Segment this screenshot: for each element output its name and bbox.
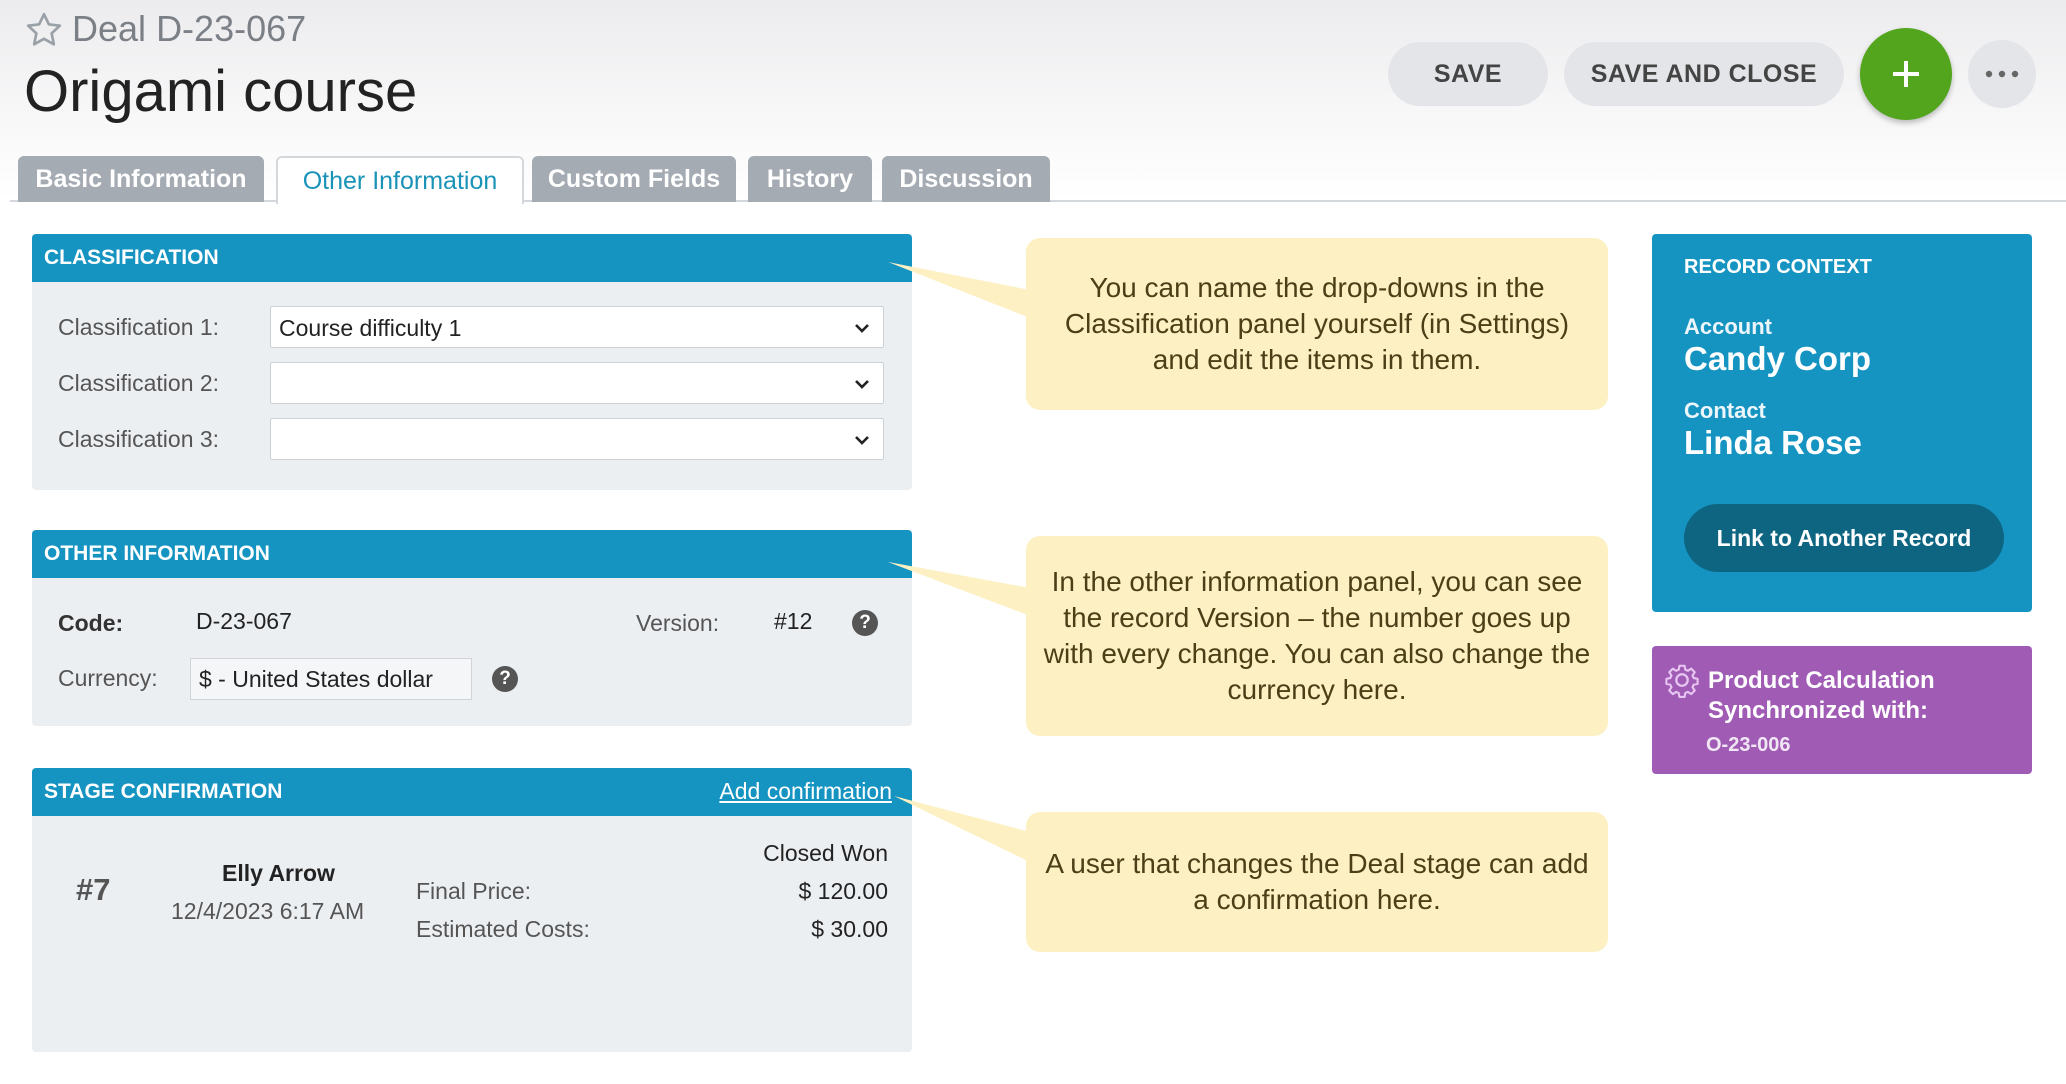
gear-icon [1665, 664, 1699, 698]
currency-label: Currency: [58, 665, 158, 691]
version-label: Version: [636, 610, 720, 636]
add-button[interactable] [1860, 28, 1952, 120]
stage-confirmation-heading: STAGE CONFIRMATION Add confirmation [32, 768, 912, 816]
contact-label: Contact [1684, 398, 1766, 423]
classification-3-label: Classification 3: [58, 426, 220, 452]
sync-code[interactable]: O-23-006 [1706, 734, 1791, 757]
contact-value[interactable]: Linda Rose [1684, 424, 1862, 462]
confirmation-user: Elly Arrow [222, 860, 335, 886]
classification-2-select[interactable] [270, 362, 884, 404]
code-value: D-23-067 [196, 608, 292, 634]
version-help-icon[interactable]: ? [852, 610, 878, 636]
tab-other-information[interactable]: Other Information [276, 156, 524, 204]
version-value: #12 [774, 608, 813, 634]
other-information-heading-text: OTHER INFORMATION [44, 542, 270, 565]
classification-2-label: Classification 2: [58, 370, 220, 396]
chevron-down-icon [855, 380, 869, 389]
more-dots-icon [1985, 70, 2019, 78]
estimated-costs-value: $ 30.00 [811, 916, 888, 942]
more-actions-button[interactable] [1968, 40, 2036, 108]
currency-help-icon[interactable]: ? [492, 666, 518, 692]
account-value[interactable]: Candy Corp [1684, 340, 1871, 378]
sync-title: Product Calculation Synchronized with: [1708, 667, 1935, 724]
link-to-another-record-button[interactable]: Link to Another Record [1684, 504, 2004, 572]
record-context-heading: RECORD CONTEXT [1684, 256, 1872, 278]
tab-custom-fields[interactable]: Custom Fields [532, 156, 736, 202]
final-price-value: $ 120.00 [798, 878, 888, 904]
classification-1-select[interactable]: Course difficulty 1 [270, 306, 884, 348]
callout-other-information: In the other information panel, you can … [1026, 536, 1608, 736]
currency-field[interactable]: $ - United States dollar [190, 658, 472, 700]
tab-discussion[interactable]: Discussion [882, 156, 1050, 202]
classification-heading: CLASSIFICATION [32, 234, 912, 282]
other-information-heading: OTHER INFORMATION [32, 530, 912, 578]
tab-history[interactable]: History [748, 156, 872, 202]
chevron-down-icon [855, 436, 869, 445]
confirmation-number: #7 [76, 872, 111, 907]
deal-code: D-23-067 [156, 8, 307, 49]
callout-classification: You can name the drop-downs in the Class… [1026, 238, 1608, 410]
save-and-close-button[interactable]: SAVE AND CLOSE [1564, 42, 1844, 106]
callout-3-pointer [894, 796, 1030, 862]
record-type-label: Deal D-23-067 [72, 8, 306, 50]
chevron-down-icon [855, 324, 869, 333]
account-label: Account [1684, 314, 1772, 339]
classification-heading-text: CLASSIFICATION [44, 246, 219, 269]
classification-1-value: Course difficulty 1 [279, 315, 462, 341]
confirmation-stage: Closed Won [763, 840, 888, 866]
currency-value: $ - United States dollar [199, 666, 433, 692]
stage-confirmation-heading-text: STAGE CONFIRMATION [44, 780, 283, 803]
save-button[interactable]: SAVE [1388, 42, 1548, 106]
estimated-costs-label: Estimated Costs: [416, 916, 590, 942]
classification-panel: CLASSIFICATION Classification 1: Course … [32, 234, 912, 490]
product-calculation-sync-box[interactable]: Product Calculation Synchronized with: O… [1652, 646, 2032, 774]
confirmation-datetime: 12/4/2023 6:17 AM [171, 898, 365, 924]
stage-confirmation-panel: STAGE CONFIRMATION Add confirmation #7 E… [32, 768, 912, 1052]
code-label: Code: [58, 610, 124, 636]
classification-1-label: Classification 1: [58, 314, 220, 340]
favorite-star-icon[interactable] [24, 10, 64, 50]
other-information-panel: OTHER INFORMATION Code: D-23-067 Version… [32, 530, 912, 726]
final-price-label: Final Price: [416, 878, 532, 904]
page-title: Origami course [24, 59, 418, 124]
record-context-panel: RECORD CONTEXT Account Candy Corp Contac… [1652, 234, 2032, 612]
callout-stage-confirmation: A user that changes the Deal stage can a… [1026, 812, 1608, 952]
tab-basic-information[interactable]: Basic Information [18, 156, 264, 202]
classification-3-select[interactable] [270, 418, 884, 460]
plus-icon [1893, 61, 1919, 87]
add-confirmation-link[interactable]: Add confirmation [719, 778, 892, 805]
deal-type: Deal [72, 8, 147, 49]
